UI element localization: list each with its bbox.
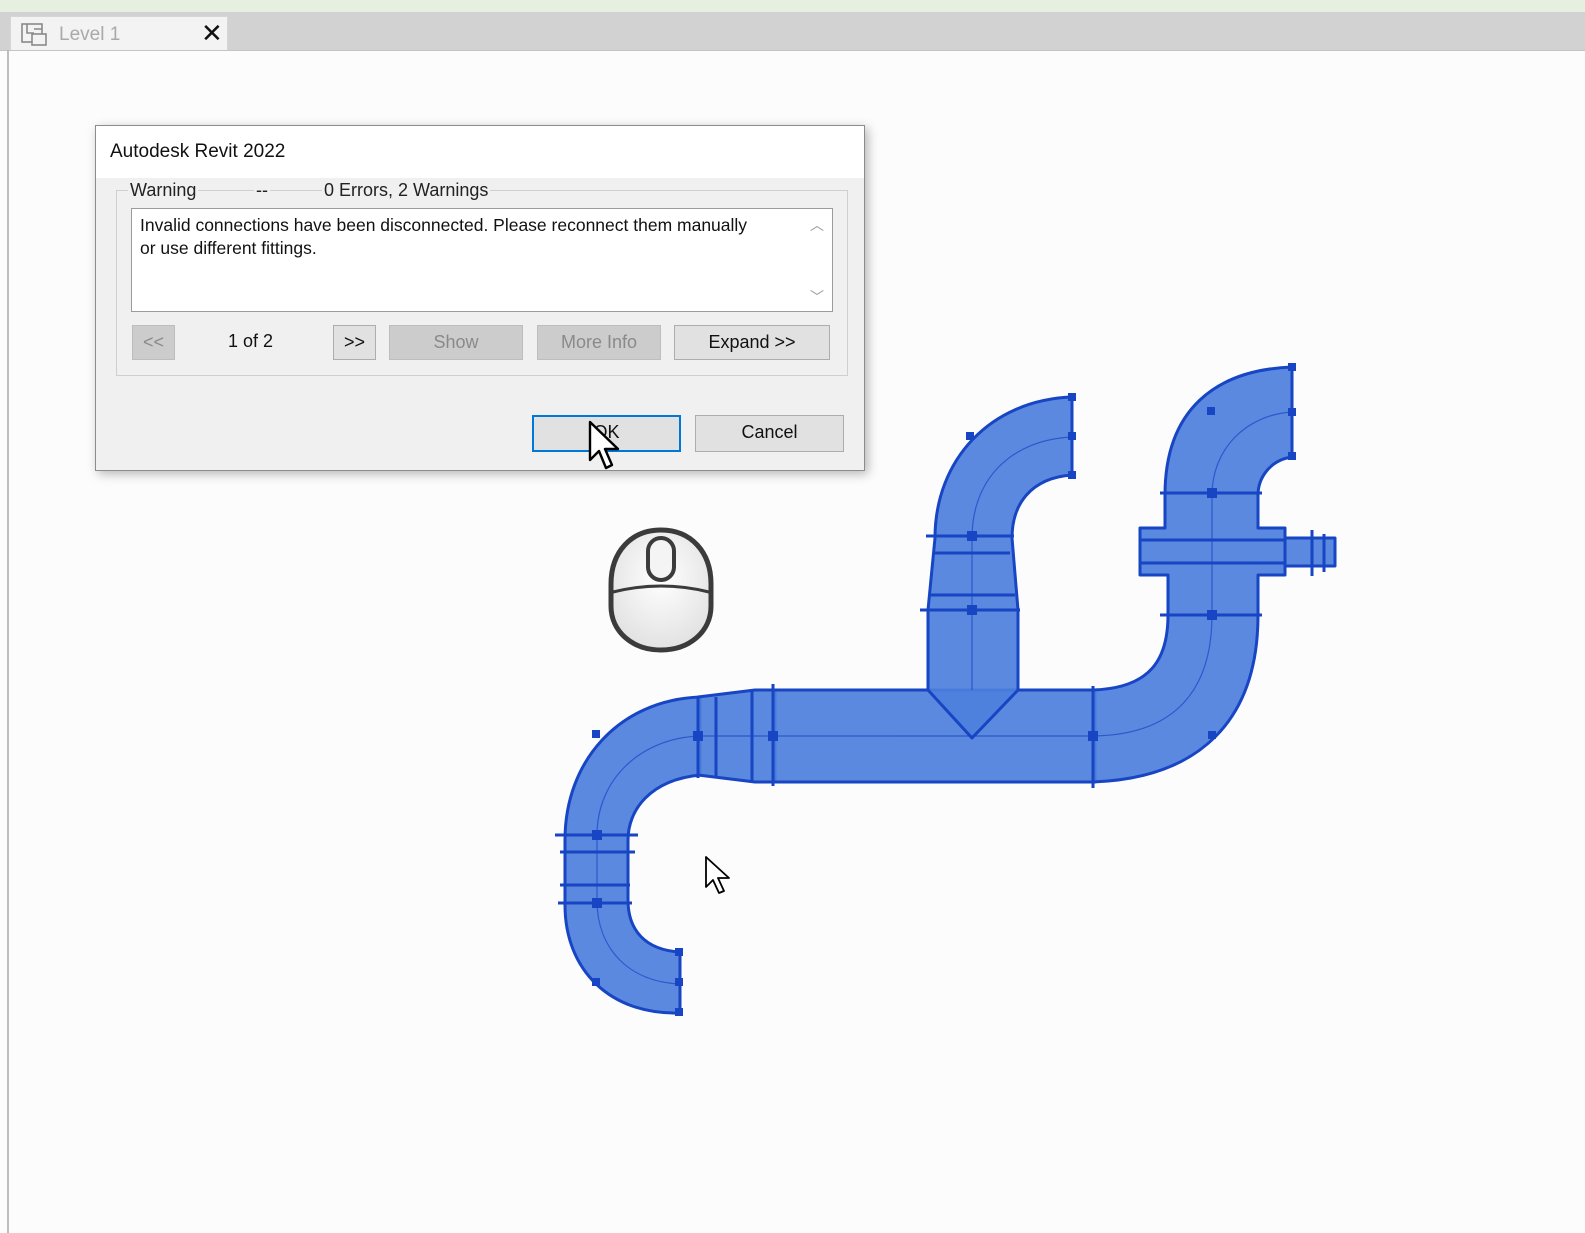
- header-separator: --: [254, 180, 270, 201]
- scroll-up-icon[interactable]: ︿: [810, 215, 824, 235]
- expand-button[interactable]: Expand >>: [674, 325, 830, 360]
- mouse-pointer-icon: [588, 420, 620, 470]
- severity-label: Warning: [128, 180, 199, 201]
- more-info-button[interactable]: More Info: [537, 325, 661, 360]
- warning-message: Invalid connections have been disconnect…: [140, 215, 748, 258]
- secondary-pointer-icon: [705, 856, 730, 894]
- dialog-title-bar[interactable]: Autodesk Revit 2022: [96, 126, 864, 178]
- message-box[interactable]: Invalid connections have been disconnect…: [131, 208, 833, 312]
- pipe-elbow-right: [1091, 365, 1294, 784]
- warning-dialog: Autodesk Revit 2022 Warning -- 0 Errors,…: [95, 125, 865, 471]
- pipe-elbow-lower-left: [563, 695, 702, 1015]
- left-click-mouse-icon: [608, 527, 714, 653]
- next-button[interactable]: >>: [333, 325, 376, 360]
- previous-button[interactable]: <<: [132, 325, 175, 360]
- cancel-button[interactable]: Cancel: [695, 415, 844, 452]
- valve-stem: [1283, 536, 1337, 568]
- show-button[interactable]: Show: [389, 325, 523, 360]
- error-summary: 0 Errors, 2 Warnings: [322, 180, 491, 201]
- warning-counter: 1 of 2: [228, 331, 274, 351]
- scroll-down-icon[interactable]: ﹀: [810, 287, 824, 307]
- pipe-branch-middle: [926, 395, 1074, 740]
- dialog-title: Autodesk Revit 2022: [110, 141, 286, 162]
